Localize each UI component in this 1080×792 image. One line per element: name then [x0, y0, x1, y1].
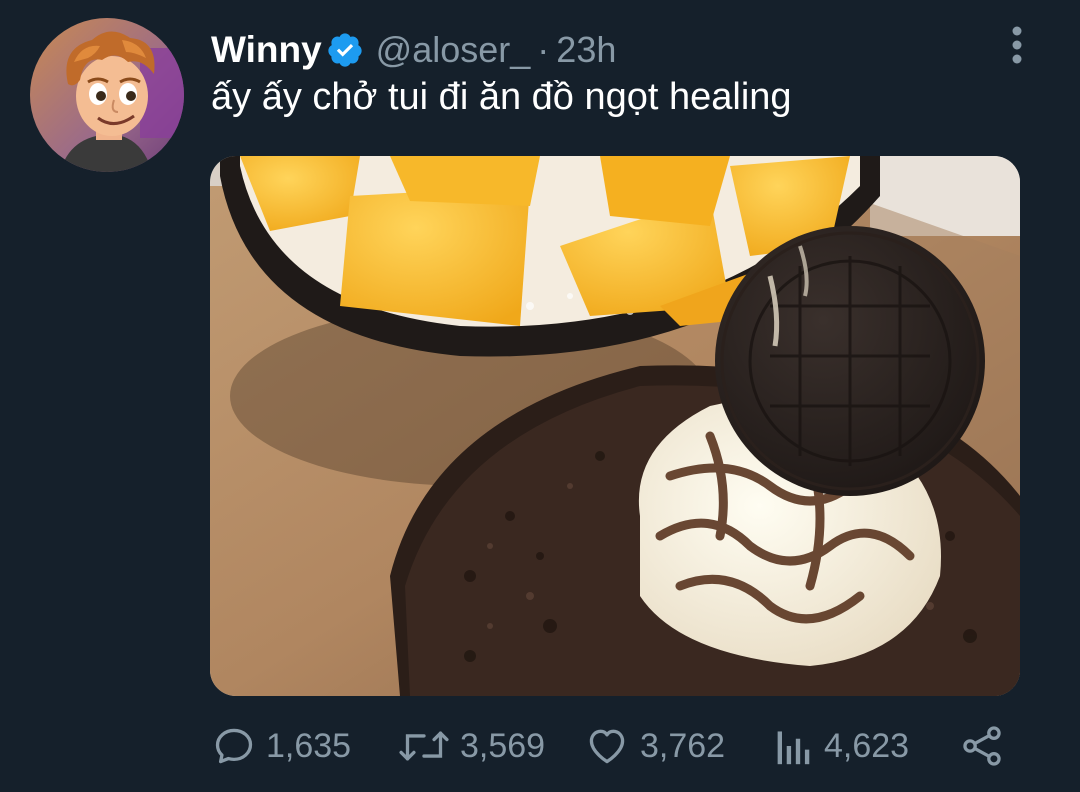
reply-button[interactable]: 1,635	[212, 722, 351, 770]
author-name[interactable]: Winny	[211, 29, 322, 71]
dessert-photo	[210, 156, 1020, 696]
avatar-image	[30, 18, 184, 172]
retweet-icon	[399, 731, 449, 761]
reply-count: 1,635	[266, 726, 352, 765]
tweet-timestamp[interactable]: 23h	[556, 29, 616, 71]
author-avatar[interactable]	[30, 18, 184, 172]
verified-badge-icon	[326, 31, 364, 69]
retweet-button[interactable]: 3,569	[398, 722, 545, 770]
share-button[interactable]	[960, 722, 1004, 770]
tweet-action-bar: 1,635 3,569 3,762 4,623	[212, 722, 1012, 770]
heart-icon	[589, 729, 625, 764]
separator-dot: ·	[537, 29, 550, 70]
views-count: 4,623	[824, 726, 910, 765]
reply-icon	[215, 728, 253, 764]
share-icon	[963, 726, 1001, 766]
tweet-text: ấy ấy chở tui đi ăn đồ ngọt healing	[211, 76, 792, 118]
views-button[interactable]: 4,623	[774, 722, 909, 770]
vertical-dots-icon	[1012, 26, 1022, 64]
author-handle[interactable]: @aloser_	[376, 29, 531, 71]
tweet-media-photo[interactable]	[210, 156, 1020, 696]
tweet-header: Winny @aloser_ · 23h	[211, 28, 616, 72]
views-bar-chart-icon	[777, 731, 810, 765]
more-options-button[interactable]	[1004, 24, 1030, 66]
like-button[interactable]: 3,762	[584, 722, 725, 770]
like-count: 3,762	[640, 726, 726, 765]
retweet-count: 3,569	[460, 726, 546, 765]
